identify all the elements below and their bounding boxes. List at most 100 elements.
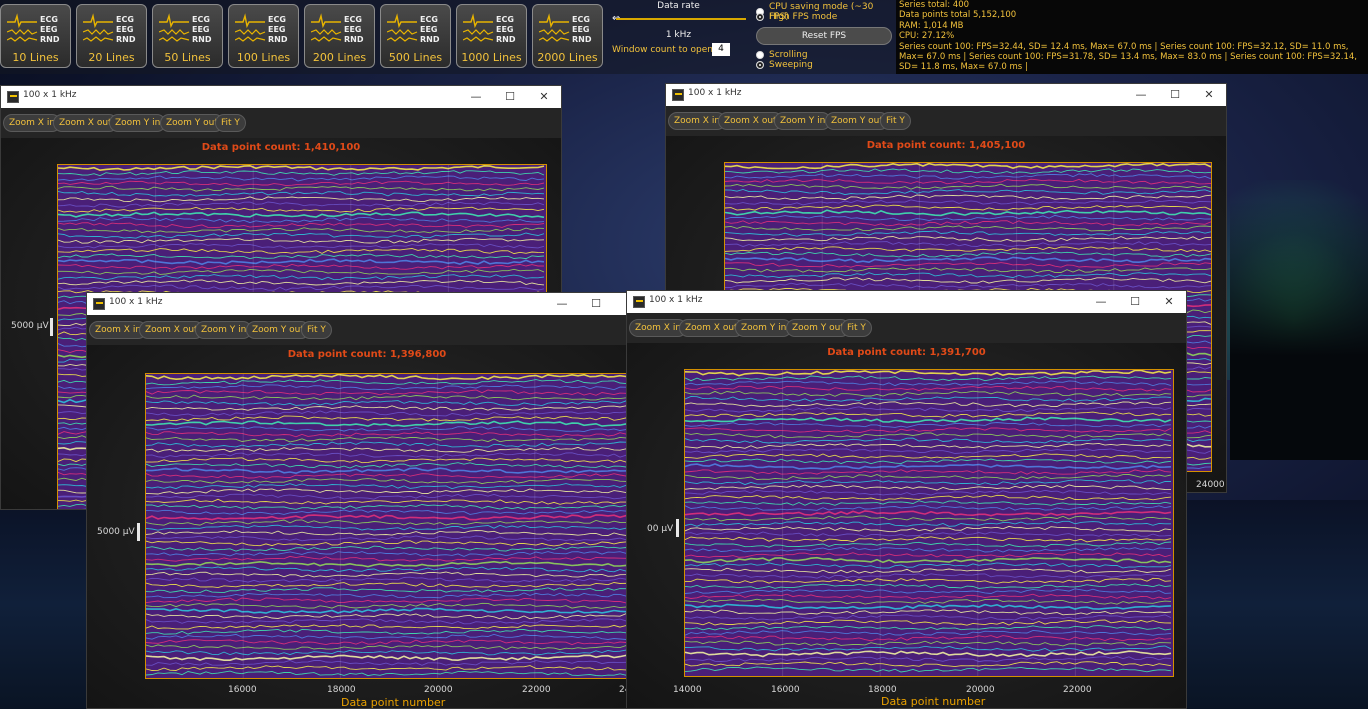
zoom-y-in-button[interactable]: Zoom Y in	[109, 114, 167, 132]
signal-trace	[725, 199, 1211, 206]
ecg-label: ECG	[192, 15, 210, 24]
signal-trace	[146, 618, 632, 625]
zoom-toolbar: Zoom X in Zoom X out Zoom Y in Zoom Y ou…	[87, 315, 647, 345]
lines-2000-button[interactable]: ECG EEG RND 2000 Lines	[532, 4, 603, 68]
ecg-label: ECG	[572, 15, 590, 24]
signal-trace	[685, 625, 1172, 631]
signal-trace	[58, 165, 545, 172]
signal-trace	[146, 613, 632, 620]
x-axis-label: Data point number	[341, 696, 446, 709]
window-count-input[interactable]: 4	[712, 43, 730, 56]
lines-10-button[interactable]: ECG EEG RND 10 Lines	[0, 4, 71, 68]
signal-trace	[146, 488, 632, 495]
reset-fps-button[interactable]: Reset FPS	[756, 27, 892, 45]
ecg-label: ECG	[420, 15, 438, 24]
signal-trace	[146, 555, 632, 562]
fit-y-button[interactable]: Fit Y	[301, 321, 332, 339]
signal-trace	[725, 251, 1211, 258]
lines-button-label: 20 Lines	[88, 51, 135, 64]
maximize-icon[interactable]: ☐	[1118, 292, 1152, 312]
window-count-label: Window count to open	[612, 45, 713, 55]
data-point-count: Data point count: 1,391,700	[827, 347, 986, 358]
signal-trace	[725, 256, 1211, 264]
zoom-x-out-button[interactable]: Zoom X out	[53, 114, 118, 132]
signal-plot[interactable]	[145, 373, 633, 679]
rnd-label: RND	[344, 35, 364, 44]
signal-trace	[685, 520, 1171, 527]
fit-y-button[interactable]: Fit Y	[880, 112, 911, 130]
zoom-x-out-button[interactable]: Zoom X out	[139, 321, 204, 339]
signal-trace	[146, 410, 632, 417]
rnd-label: RND	[40, 35, 60, 44]
data-rate-slider[interactable]	[616, 18, 746, 20]
close-icon[interactable]: ✕	[1152, 292, 1186, 312]
signal-trace	[146, 493, 632, 500]
lines-1000-button[interactable]: ECG EEG RND 1000 Lines	[456, 4, 527, 68]
signal-trace	[146, 644, 632, 651]
data-point-count: Data point count: 1,410,100	[201, 142, 361, 153]
minimize-icon[interactable]: —	[1124, 85, 1158, 105]
window-title: 100 x 1 kHz	[109, 297, 163, 307]
signal-trace	[725, 204, 1211, 211]
sweeping-radio[interactable]: Sweeping	[756, 60, 813, 70]
fps-summary: Series count 100: FPS=32.44, SD= 12.4 ms…	[899, 41, 1357, 73]
minimize-icon[interactable]: —	[459, 87, 493, 107]
zoom-x-out-button[interactable]: Zoom X out	[679, 319, 744, 337]
close-icon[interactable]: ✕	[1192, 85, 1226, 105]
maximize-icon[interactable]: ☐	[493, 87, 527, 107]
zoom-x-out-button[interactable]: Zoom X out	[718, 112, 783, 130]
signal-trace	[146, 394, 632, 401]
ram-usage: RAM: 1,014 MB	[899, 20, 964, 31]
signal-trace	[725, 225, 1211, 232]
zoom-y-in-button[interactable]: Zoom Y in	[195, 321, 253, 339]
waveform-icon	[159, 13, 190, 42]
minimize-icon[interactable]: —	[545, 294, 579, 314]
waveform-icon	[539, 13, 570, 42]
signal-trace	[725, 282, 1211, 289]
rnd-label: RND	[116, 35, 136, 44]
high-fps-radio[interactable]: High FPS mode	[756, 12, 837, 22]
signal-trace	[685, 525, 1172, 533]
close-icon[interactable]: ✕	[527, 87, 561, 107]
signal-trace	[725, 168, 1211, 175]
signal-trace	[146, 389, 632, 396]
title-bar: 100 x 1 kHz — ☐ ✕	[87, 293, 647, 315]
zoom-y-in-button[interactable]: Zoom Y in	[774, 112, 832, 130]
eeg-label: EEG	[116, 25, 134, 34]
app-icon	[7, 91, 19, 103]
signal-plot[interactable]	[684, 369, 1174, 677]
lines-50-button[interactable]: ECG EEG RND 50 Lines	[152, 4, 223, 68]
maximize-icon[interactable]: ☐	[579, 294, 613, 314]
signal-trace	[146, 415, 632, 422]
waveform-icon	[463, 13, 494, 42]
lines-20-button[interactable]: ECG EEG RND 20 Lines	[76, 4, 147, 68]
lines-button-label: 10 Lines	[12, 51, 59, 64]
signal-trace	[58, 175, 545, 182]
signal-trace	[58, 206, 545, 213]
rnd-label: RND	[192, 35, 212, 44]
scrolling-radio[interactable]: Scrolling	[756, 50, 808, 60]
signal-trace	[685, 536, 1172, 543]
signal-trace	[58, 196, 545, 203]
scrolling-label: Scrolling	[769, 50, 808, 60]
signal-trace	[146, 566, 632, 573]
signal-trace	[725, 189, 1211, 196]
signal-trace	[685, 619, 1172, 626]
minimize-icon[interactable]: —	[1084, 292, 1118, 312]
maximize-icon[interactable]: ☐	[1158, 85, 1192, 105]
signal-trace	[725, 241, 1211, 248]
waveform-icon	[7, 13, 38, 42]
signal-trace	[146, 530, 632, 536]
signal-trace	[146, 587, 632, 594]
zoom-y-in-button[interactable]: Zoom Y in	[735, 319, 793, 337]
waveform-icon	[235, 13, 266, 42]
lines-500-button[interactable]: ECG EEG RND 500 Lines	[380, 4, 451, 68]
signal-trace	[146, 405, 632, 411]
signal-trace	[725, 277, 1211, 284]
lines-100-button[interactable]: ECG EEG RND 100 Lines	[228, 4, 299, 68]
fit-y-button[interactable]: Fit Y	[841, 319, 872, 337]
fit-y-button[interactable]: Fit Y	[215, 114, 246, 132]
data-rate-value: 1 kHz	[665, 30, 692, 40]
signal-trace	[146, 654, 632, 662]
lines-200-button[interactable]: ECG EEG RND 200 Lines	[304, 4, 375, 68]
